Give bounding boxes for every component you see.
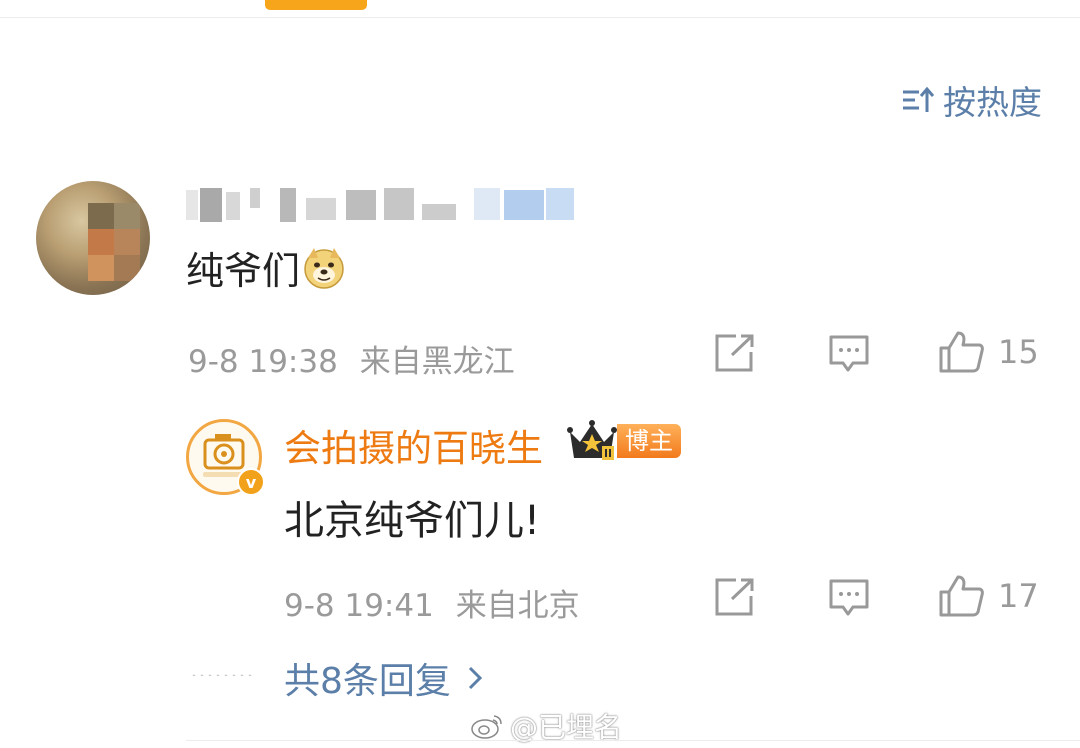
sort-by-hot-button[interactable]: 按热度 bbox=[901, 80, 1042, 122]
blogger-badge: 博主 bbox=[617, 424, 681, 458]
comment-like-count: 15 bbox=[998, 333, 1039, 371]
pixelated-block bbox=[114, 255, 140, 281]
reply-comment-button[interactable] bbox=[828, 578, 870, 618]
thumbs-up-icon bbox=[939, 331, 984, 373]
pixelated-block bbox=[88, 255, 114, 281]
comment-like-button[interactable]: 15 bbox=[938, 330, 1039, 374]
pixelated-block bbox=[88, 203, 114, 229]
weibo-logo-icon bbox=[471, 715, 502, 739]
blurred-username[interactable] bbox=[186, 184, 586, 226]
comment-time: 9-8 19:38 bbox=[188, 344, 338, 380]
thumbs-up-icon bbox=[939, 575, 984, 617]
reply-content: 北京纯爷们儿! bbox=[284, 498, 541, 544]
comment-icon bbox=[829, 335, 869, 372]
verified-badge: v bbox=[237, 468, 265, 496]
comment-location: 来自黑龙江 bbox=[359, 344, 515, 380]
pixelated-block bbox=[88, 229, 114, 255]
reply-author-avatar[interactable]: v bbox=[186, 419, 265, 496]
reply-meta: 9-8 19:41 来自北京 bbox=[284, 580, 580, 625]
more-replies-label: 共8条回复 bbox=[284, 661, 451, 702]
chevron-right-icon bbox=[468, 666, 483, 690]
doge-emoji-icon bbox=[304, 247, 344, 289]
reply-location: 来自北京 bbox=[455, 588, 580, 624]
view-more-replies-link[interactable]: 共8条回复 bbox=[284, 652, 483, 704]
share-icon bbox=[715, 578, 754, 616]
reply-like-count: 17 bbox=[998, 577, 1039, 615]
pixelated-block bbox=[114, 229, 140, 255]
crown-icon bbox=[567, 420, 617, 460]
comment-icon bbox=[829, 579, 869, 616]
reply-author-name[interactable]: 会拍摄的百晓生 bbox=[284, 418, 543, 472]
comment-content: 纯爷们 bbox=[186, 240, 346, 295]
active-tab-indicator bbox=[265, 0, 367, 10]
comment-text: 纯爷们 bbox=[186, 249, 301, 293]
commenter-avatar[interactable] bbox=[36, 181, 150, 295]
reply-like-button[interactable]: 17 bbox=[938, 574, 1039, 618]
pixelated-block bbox=[114, 203, 140, 229]
reply-share-button[interactable] bbox=[714, 577, 756, 617]
dotted-divider bbox=[190, 674, 252, 676]
sort-label: 按热度 bbox=[943, 83, 1042, 122]
comment-reply-button[interactable] bbox=[828, 334, 870, 374]
reply-time: 9-8 19:41 bbox=[284, 588, 434, 624]
sort-icon bbox=[903, 86, 935, 112]
top-divider bbox=[0, 17, 1080, 18]
bottom-divider bbox=[186, 740, 1080, 741]
comment-meta: 9-8 19:38 来自黑龙江 bbox=[188, 336, 515, 381]
comment-share-button[interactable] bbox=[714, 333, 756, 373]
share-icon bbox=[715, 334, 754, 372]
